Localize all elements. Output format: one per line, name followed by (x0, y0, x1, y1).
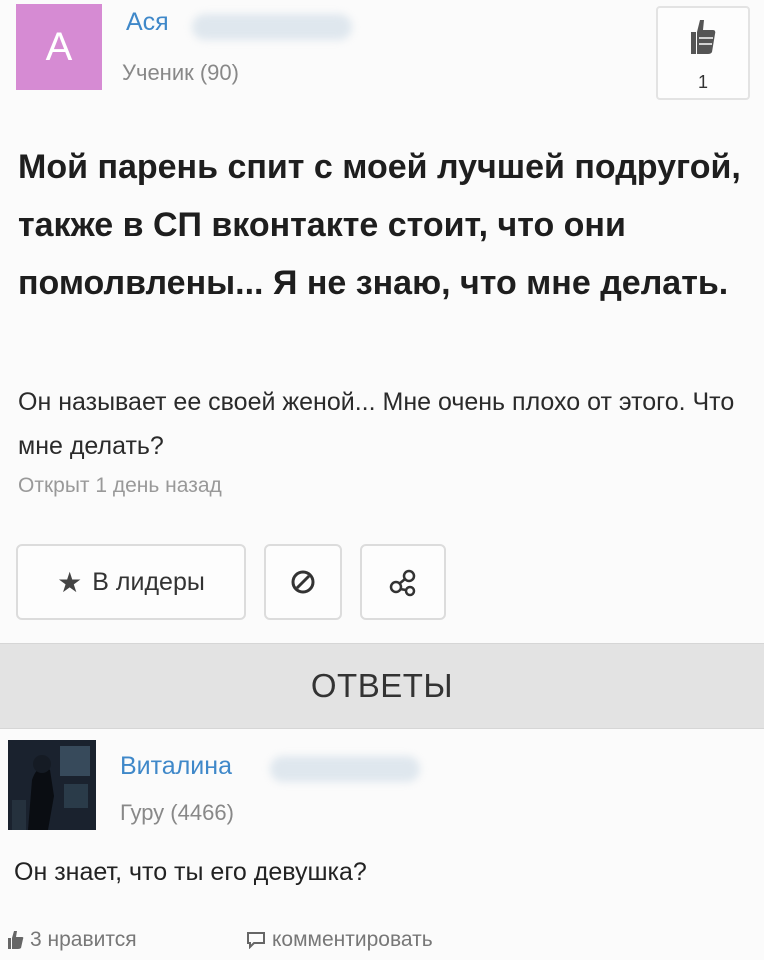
answer-author-surname-blurred (270, 756, 420, 782)
avatar[interactable]: А (16, 4, 102, 90)
question-body: Он называет ее своей женой... Мне очень … (18, 388, 735, 460)
comment-button[interactable]: комментировать (246, 928, 433, 952)
answer-text: Он знает, что ты его девушка? (14, 858, 367, 886)
share-icon (389, 569, 416, 597)
thumbs-up-icon (8, 931, 24, 949)
answer-likes-label: 3 нравится (30, 928, 137, 951)
add-to-leaders-label: В лидеры (92, 567, 205, 596)
block-icon (291, 570, 315, 594)
like-count: 1 (697, 72, 708, 92)
author-surname-blurred (192, 14, 352, 40)
add-to-leaders-button[interactable]: ★ В лидеры (16, 544, 246, 620)
question-time: Открыт 1 день назад (18, 474, 222, 497)
like-button[interactable]: 1 (656, 6, 750, 100)
author-name[interactable]: Ася (126, 8, 169, 37)
answer-author-rank: Гуру (4466) (120, 800, 234, 825)
star-icon: ★ (57, 566, 83, 598)
answer-author-name[interactable]: Виталина (120, 752, 232, 781)
comment-label: комментировать (272, 928, 433, 951)
question-title: Мой парень спит с моей лучшей подругой, … (18, 148, 741, 302)
report-button[interactable] (264, 544, 342, 620)
comment-icon (247, 932, 265, 949)
answers-header: ОТВЕТЫ (0, 643, 764, 729)
thumbs-up-icon (658, 18, 748, 61)
answer-like-button[interactable]: 3 нравится (8, 928, 137, 952)
avatar[interactable] (8, 740, 96, 830)
author-rank: Ученик (90) (122, 60, 239, 85)
share-button[interactable] (360, 544, 446, 620)
